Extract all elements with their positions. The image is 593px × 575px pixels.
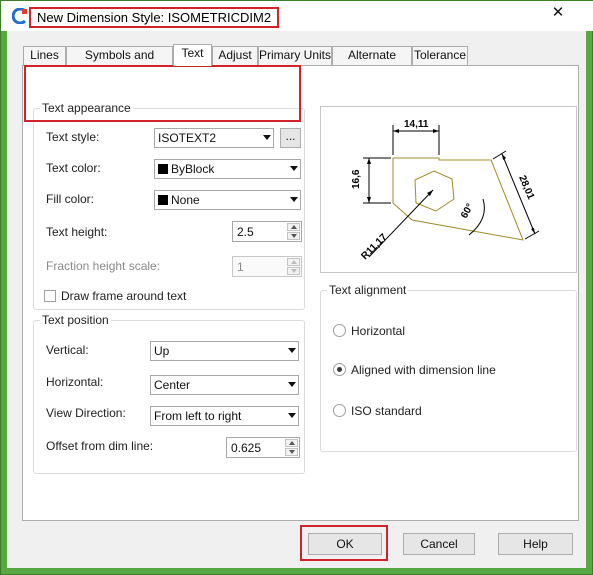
view-direction-dropdown[interactable]: From left to right bbox=[150, 406, 299, 426]
spin-up-arrow-icon[interactable] bbox=[287, 223, 300, 231]
help-button[interactable]: Help bbox=[498, 533, 573, 555]
vertical-dropdown[interactable]: Up bbox=[150, 341, 299, 361]
close-icon[interactable]: ✕ bbox=[550, 5, 566, 21]
dialog-window: New Dimension Style: ISOMETRICDIM2 ✕ Lin… bbox=[0, 0, 593, 575]
vertical-label: Vertical: bbox=[46, 343, 89, 357]
text-color-display: ByBlock bbox=[158, 162, 214, 176]
cancel-button[interactable]: Cancel bbox=[403, 533, 475, 555]
horizontal-dropdown[interactable]: Center bbox=[150, 375, 299, 395]
text-tab-panel: Text appearance Text style: ISOTEXT2 ...… bbox=[22, 65, 579, 521]
text-appearance-legend: Text appearance bbox=[40, 101, 133, 115]
draw-frame-checkbox[interactable] bbox=[44, 290, 56, 302]
chevron-down-icon bbox=[290, 197, 298, 202]
text-alignment-legend: Text alignment bbox=[327, 283, 409, 297]
text-color-value: ByBlock bbox=[171, 162, 215, 176]
alignment-aligned-label: Aligned with dimension line bbox=[351, 363, 496, 377]
fill-color-display: None bbox=[158, 193, 200, 207]
fraction-height-scale-spinner[interactable]: 1 bbox=[232, 256, 302, 277]
offset-from-dim-line-spinner[interactable]: 0.625 bbox=[226, 437, 300, 458]
chevron-down-icon bbox=[288, 348, 296, 353]
spin-up-arrow-icon[interactable] bbox=[285, 439, 298, 447]
tab-primary-units[interactable]: Primary Units bbox=[258, 46, 332, 65]
vertical-value: Up bbox=[154, 344, 170, 358]
tab-symbols-and-arrows[interactable]: Symbols and Arrows bbox=[66, 46, 173, 79]
text-color-dropdown[interactable]: ByBlock bbox=[154, 159, 301, 179]
spin-up-arrow-icon bbox=[287, 258, 300, 266]
text-style-value: ISOTEXT2 bbox=[158, 131, 217, 145]
tab-lines[interactable]: Lines bbox=[23, 46, 66, 65]
chevron-down-icon bbox=[288, 382, 296, 387]
dialog-client-area: Lines Symbols and Arrows Text Adjust Pri… bbox=[7, 31, 586, 568]
ok-button[interactable]: OK bbox=[308, 533, 382, 555]
tab-alternate-units[interactable]: Alternate Units bbox=[332, 46, 412, 79]
horizontal-label: Horizontal: bbox=[46, 375, 104, 389]
alignment-horizontal-label: Horizontal bbox=[351, 324, 406, 338]
view-direction-value: From left to right bbox=[154, 409, 242, 423]
preview-dim-radius: R11,17 bbox=[359, 232, 389, 262]
offset-from-dim-line-value: 0.625 bbox=[231, 441, 262, 455]
text-position-group: Text position Vertical: Up Horizontal: C… bbox=[33, 313, 305, 474]
dimension-preview: 14,11 16,6 28,01 60° R11,17 bbox=[320, 106, 577, 273]
fill-color-value: None bbox=[171, 193, 200, 207]
tab-tolerance[interactable]: Tolerance bbox=[412, 46, 468, 65]
preview-hole bbox=[414, 170, 455, 212]
fill-color-label: Fill color: bbox=[46, 192, 95, 206]
text-appearance-group: Text appearance Text style: ISOTEXT2 ...… bbox=[33, 101, 305, 310]
fill-color-dropdown[interactable]: None bbox=[154, 190, 301, 210]
alignment-horizontal-radio[interactable] bbox=[333, 324, 346, 337]
text-height-value: 2.5 bbox=[237, 225, 254, 239]
window-title: New Dimension Style: ISOMETRICDIM2 bbox=[29, 7, 280, 28]
text-style-browse-button[interactable]: ... bbox=[280, 128, 301, 148]
preview-dim-top: 14,11 bbox=[404, 119, 429, 130]
tab-text[interactable]: Text bbox=[173, 44, 212, 66]
offset-spin-buttons bbox=[285, 439, 298, 456]
app-logo-icon bbox=[12, 8, 27, 24]
view-direction-label: View Direction: bbox=[46, 406, 126, 420]
text-color-label: Text color: bbox=[46, 161, 101, 175]
preview-dim-right: 28,01 bbox=[516, 174, 536, 202]
draw-frame-label: Draw frame around text bbox=[61, 289, 187, 303]
fraction-height-spin-buttons bbox=[287, 258, 300, 275]
text-position-legend: Text position bbox=[40, 313, 111, 327]
offset-from-dim-line-label: Offset from dim line: bbox=[46, 439, 154, 453]
text-height-spinner[interactable]: 2.5 bbox=[232, 221, 302, 242]
text-alignment-group: Text alignment Horizontal Aligned with d… bbox=[320, 283, 577, 452]
preview-drawing: 14,11 16,6 28,01 60° R11,17 bbox=[351, 119, 540, 262]
color-swatch-icon bbox=[158, 195, 168, 205]
preview-dim-left: 16,6 bbox=[351, 169, 362, 189]
fraction-height-scale-label: Fraction height scale: bbox=[46, 259, 161, 273]
color-swatch-icon bbox=[158, 164, 168, 174]
fraction-height-scale-value: 1 bbox=[237, 260, 244, 274]
chevron-down-icon bbox=[290, 166, 298, 171]
preview-part-outline bbox=[392, 157, 524, 241]
chevron-down-icon bbox=[263, 135, 271, 140]
spin-down-arrow-icon bbox=[287, 267, 300, 275]
title-bar: New Dimension Style: ISOMETRICDIM2 ✕ bbox=[1, 1, 593, 31]
alignment-iso-label: ISO standard bbox=[351, 404, 422, 418]
text-style-label: Text style: bbox=[46, 130, 100, 144]
alignment-aligned-radio[interactable] bbox=[333, 363, 346, 376]
tab-adjust[interactable]: Adjust bbox=[212, 46, 258, 65]
text-height-label: Text height: bbox=[46, 225, 108, 239]
chevron-down-icon bbox=[288, 413, 296, 418]
text-height-spin-buttons bbox=[287, 223, 300, 240]
text-style-dropdown[interactable]: ISOTEXT2 bbox=[154, 128, 274, 148]
preview-dim-angle: 60° bbox=[459, 202, 476, 221]
alignment-iso-radio[interactable] bbox=[333, 404, 346, 417]
horizontal-value: Center bbox=[154, 378, 191, 392]
spin-down-arrow-icon[interactable] bbox=[285, 448, 298, 456]
spin-down-arrow-icon[interactable] bbox=[287, 232, 300, 240]
